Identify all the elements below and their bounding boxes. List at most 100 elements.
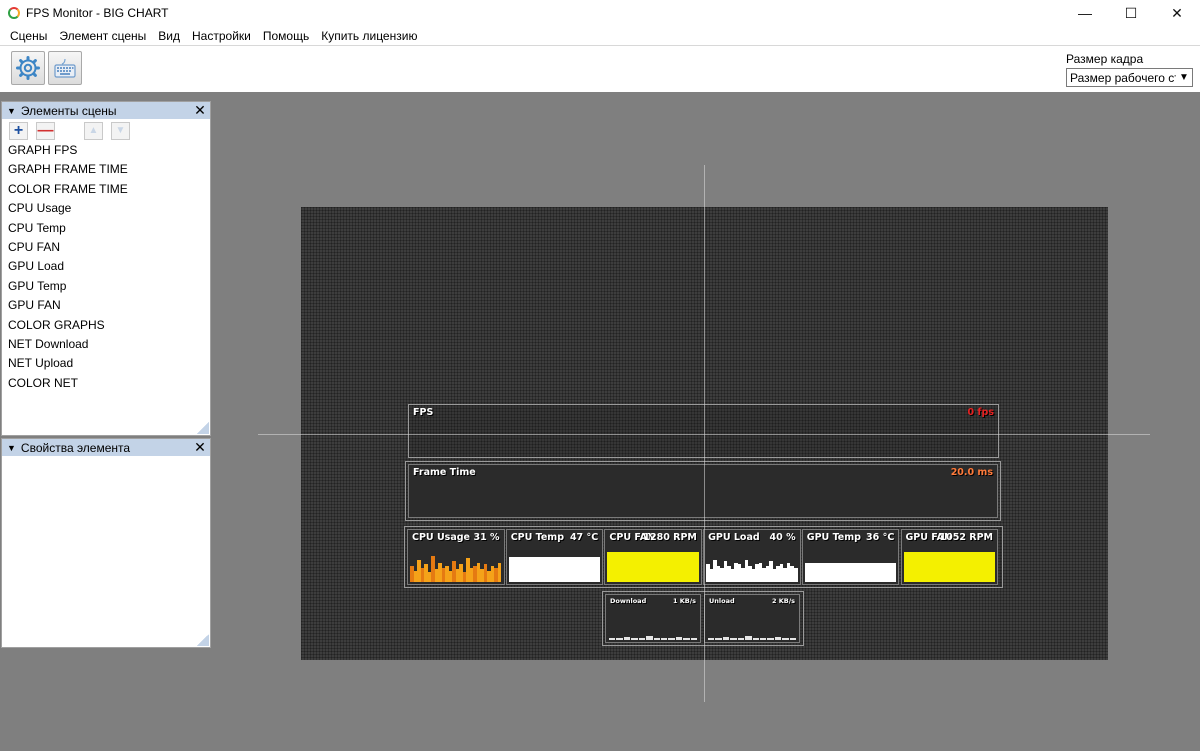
move-down-button[interactable]: ▼ xyxy=(111,122,130,140)
sensor-panel: CPU Temp 47 °C xyxy=(505,529,604,585)
scene-elements-header[interactable]: ▼ Элементы сцены ✕ xyxy=(2,102,210,119)
frame-size-dropdown[interactable]: Размер рабочего стола ▼ xyxy=(1066,68,1193,87)
close-icon[interactable]: ✕ xyxy=(193,102,207,119)
net-bar xyxy=(722,636,730,640)
remove-element-button[interactable]: — xyxy=(36,122,55,140)
chevron-down-icon[interactable]: ▼ xyxy=(1176,69,1192,86)
close-button[interactable]: ✕ xyxy=(1154,0,1200,26)
net-bar xyxy=(638,637,646,640)
sensor-bar xyxy=(991,551,995,582)
crosshair-horizontal xyxy=(258,434,1150,435)
settings-button[interactable] xyxy=(11,51,45,85)
frame-time-widget[interactable]: Frame Time 20.0 ms xyxy=(405,461,1001,521)
list-item[interactable]: GPU FAN xyxy=(2,296,210,315)
net-bar xyxy=(730,638,737,640)
list-item[interactable]: NET Upload xyxy=(2,354,210,373)
gear-icon xyxy=(16,56,40,80)
resize-grip-icon[interactable] xyxy=(197,634,209,646)
app-logo-icon xyxy=(8,7,20,19)
sensor-graph xyxy=(804,550,897,582)
toolbar: Размер кадра Размер рабочего стола ▼ xyxy=(0,45,1200,92)
sensor-bar xyxy=(892,562,897,582)
net-graph xyxy=(609,632,698,640)
list-item[interactable]: CPU FAN xyxy=(2,238,210,257)
net-bar xyxy=(660,637,668,640)
element-properties-header[interactable]: ▼ Свойства элемента ✕ xyxy=(2,439,210,456)
minimize-button[interactable]: — xyxy=(1062,0,1108,26)
sensor-graph xyxy=(508,550,601,582)
list-item[interactable]: GRAPH FRAME TIME xyxy=(2,160,210,179)
net-value: 2 KB/s xyxy=(771,597,795,605)
sensor-bar xyxy=(695,551,699,582)
sensor-graph xyxy=(607,550,699,582)
sensor-bar xyxy=(793,567,798,582)
net-panel: Unload 2 KB/s xyxy=(704,594,800,643)
menu-settings[interactable]: Настройки xyxy=(186,29,257,43)
net-widget[interactable]: Download 1 KB/s Unload 2 KB/s xyxy=(602,591,804,646)
maximize-button[interactable]: ☐ xyxy=(1108,0,1154,26)
list-item[interactable]: GRAPH FPS xyxy=(2,141,210,160)
sensor-graph xyxy=(706,550,798,582)
move-up-button[interactable]: ▲ xyxy=(84,122,103,140)
scene-elements-panel: ▼ Элементы сцены ✕ + — ▲ ▼ GRAPH FPS GRA… xyxy=(1,101,211,436)
list-item[interactable]: GPU Temp xyxy=(2,277,210,296)
sensor-graph xyxy=(903,550,996,582)
sensor-value: 47 °C xyxy=(569,532,599,543)
net-bar xyxy=(623,636,631,640)
net-bar xyxy=(752,638,759,640)
keyboard-button[interactable] xyxy=(48,51,82,85)
collapse-triangle-icon[interactable]: ▼ xyxy=(7,443,16,453)
sensor-panel: GPU Load 40 % xyxy=(703,529,801,585)
menu-scene-element[interactable]: Элемент сцены xyxy=(53,29,152,43)
net-value: 1 KB/s xyxy=(672,597,696,605)
net-bar xyxy=(609,637,616,640)
list-item[interactable]: GPU Load xyxy=(2,257,210,276)
collapse-triangle-icon[interactable]: ▼ xyxy=(7,106,16,116)
fps-label: FPS xyxy=(413,407,434,418)
net-bar xyxy=(782,637,789,640)
menu-buy-license[interactable]: Купить лицензию xyxy=(315,29,423,43)
list-item[interactable]: COLOR GRAPHS xyxy=(2,316,210,335)
net-panel: Download 1 KB/s xyxy=(605,594,701,643)
element-properties-panel: ▼ Свойства элемента ✕ xyxy=(1,438,211,648)
sensor-graph xyxy=(410,550,502,582)
list-item[interactable]: NET Download xyxy=(2,335,210,354)
list-item[interactable]: CPU Temp xyxy=(2,219,210,238)
keyboard-icon xyxy=(54,58,76,78)
menu-view[interactable]: Вид xyxy=(152,29,186,43)
close-icon[interactable]: ✕ xyxy=(193,439,207,456)
net-bar xyxy=(767,638,774,640)
net-bar xyxy=(646,636,653,640)
list-item[interactable]: CPU Usage xyxy=(2,199,210,218)
net-bar xyxy=(683,637,690,640)
scene-elements-list: GRAPH FPS GRAPH FRAME TIME COLOR FRAME T… xyxy=(2,141,210,393)
net-bar xyxy=(675,636,683,640)
sensor-panel: GPU Temp 36 °C xyxy=(801,529,900,585)
list-item[interactable]: COLOR NET xyxy=(2,374,210,393)
frame-time-graph: Frame Time 20.0 ms xyxy=(408,464,998,518)
scene-tools: + — ▲ ▼ xyxy=(2,119,210,141)
title-bar: FPS Monitor - BIG CHART — ☐ ✕ xyxy=(0,0,1200,26)
menu-scenes[interactable]: Сцены xyxy=(4,29,53,43)
sensor-value: 36 °C xyxy=(866,532,895,543)
add-element-button[interactable]: + xyxy=(9,122,28,140)
net-bar xyxy=(789,638,797,640)
net-label: Unload xyxy=(709,597,735,605)
sensor-label: CPU Temp xyxy=(510,532,565,543)
net-bar xyxy=(774,636,782,640)
net-bar xyxy=(631,638,638,640)
sensor-panel: CPU FAN 1280 RPM xyxy=(604,529,702,585)
net-graph xyxy=(708,632,797,640)
sensor-label: CPU Usage xyxy=(412,532,470,543)
sensor-value: 40 % xyxy=(769,532,796,543)
window-controls: — ☐ ✕ xyxy=(1062,0,1200,26)
sensor-panel: CPU Usage 31 % xyxy=(407,529,505,585)
net-bar xyxy=(690,638,698,640)
net-label: Download xyxy=(610,597,647,605)
list-item[interactable]: COLOR FRAME TIME xyxy=(2,180,210,199)
menu-help[interactable]: Помощь xyxy=(257,29,315,43)
resize-grip-icon[interactable] xyxy=(197,422,209,434)
net-bar xyxy=(708,637,715,640)
window-title: FPS Monitor - BIG CHART xyxy=(26,6,169,20)
fps-value: 0 fps xyxy=(967,407,994,418)
